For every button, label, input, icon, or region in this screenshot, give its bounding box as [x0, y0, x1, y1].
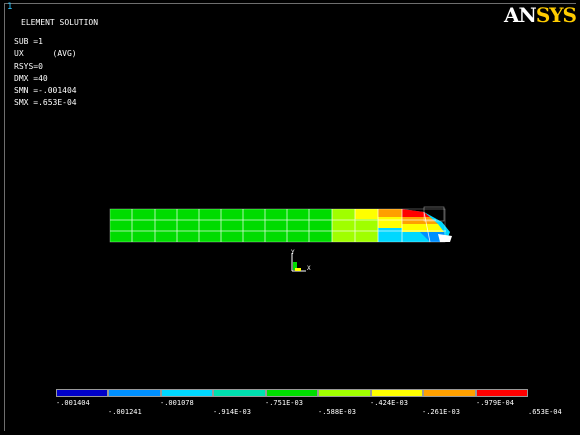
legend-color-8: [475, 389, 528, 397]
legend-label: -.914E-03: [213, 408, 251, 416]
svg-text:X: X: [307, 265, 311, 272]
legend-label: -.979E-04: [476, 399, 514, 407]
contour-legend-bar: [56, 389, 528, 397]
legend-color-6: [370, 389, 424, 397]
legend-color-4: [265, 389, 319, 397]
legend-color-7: [423, 389, 476, 397]
legend-label: -.001404: [56, 399, 90, 407]
beam-region-orange: [378, 209, 402, 217]
fe-model-view[interactable]: Y X: [0, 0, 580, 435]
legend-label: -.588E-03: [318, 408, 356, 416]
svg-text:Y: Y: [291, 249, 295, 256]
legend-color-0: [56, 389, 109, 397]
legend-color-5: [318, 389, 371, 397]
coordinate-triad: Y X: [291, 249, 311, 272]
legend-color-2: [160, 389, 214, 397]
beam-region-cyan: [378, 228, 402, 242]
legend-color-3: [213, 389, 266, 397]
legend-label: .653E-04: [528, 408, 562, 416]
legend-label: -.424E-03: [370, 399, 408, 407]
legend-label: -.261E-03: [422, 408, 460, 416]
legend-label: -.001241: [108, 408, 142, 416]
legend-color-1: [108, 389, 161, 397]
legend-label: -.001078: [160, 399, 194, 407]
legend-label: -.751E-03: [265, 399, 303, 407]
beam-region-yellow: [355, 209, 378, 219]
